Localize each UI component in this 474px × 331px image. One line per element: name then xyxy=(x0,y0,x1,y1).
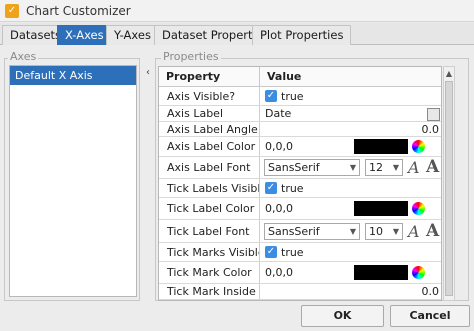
tick-mark-inside-length-input[interactable]: 0.0 xyxy=(260,284,441,299)
angle-value: 0.0 xyxy=(421,122,440,136)
checkbox-label: true xyxy=(281,89,304,103)
color-swatch[interactable] xyxy=(354,265,408,280)
bold-font-icon[interactable]: A xyxy=(426,157,439,177)
table-row: Axis Label Color 0,0,0 xyxy=(159,137,441,157)
table-row: Axis Visible? ✓ true xyxy=(159,87,441,106)
scroll-up-arrow-icon[interactable]: ▲ xyxy=(444,69,454,79)
list-item-default-x-axis[interactable]: Default X Axis xyxy=(10,66,136,85)
table-row: Tick Label Font SansSerif ▼ 10 ▼ A A xyxy=(159,220,441,243)
property-name: Axis Label Color xyxy=(159,137,260,156)
edit-text-icon[interactable] xyxy=(427,108,440,121)
tab-plot-properties[interactable]: Plot Properties xyxy=(252,25,352,45)
color-swatch[interactable] xyxy=(354,139,408,154)
bold-font-icon[interactable]: A xyxy=(426,221,439,241)
axes-group-label: Axes xyxy=(8,50,39,63)
column-header-property[interactable]: Property xyxy=(159,67,260,87)
property-name: Axis Label xyxy=(159,106,260,121)
tab-y-axes[interactable]: Y-Axes xyxy=(106,25,159,45)
table-row: Axis Label Font SansSerif ▼ 12 ▼ A A xyxy=(159,157,441,179)
property-name: Tick Labels Visible? xyxy=(159,179,260,197)
font-family-select[interactable]: SansSerif ▼ xyxy=(264,223,360,240)
table-row: Tick Mark Color 0,0,0 xyxy=(159,262,441,284)
color-value: 0,0,0 xyxy=(265,266,293,279)
property-name: Tick Label Font xyxy=(159,220,260,242)
ok-button[interactable]: OK xyxy=(301,305,384,327)
checkbox-checked-icon[interactable]: ✓ xyxy=(265,182,277,194)
italic-font-icon[interactable]: A xyxy=(408,222,420,241)
color-picker-icon[interactable] xyxy=(412,202,425,215)
checkbox-checked-icon[interactable]: ✓ xyxy=(265,90,277,102)
collapse-arrow-icon[interactable]: ‹ xyxy=(143,66,153,80)
axis-label-color-input[interactable]: 0,0,0 xyxy=(260,137,441,156)
scrollbar-thumb[interactable] xyxy=(445,81,453,296)
properties-group-label: Properties xyxy=(161,50,221,63)
table-row: Tick Label Color 0,0,0 xyxy=(159,198,441,220)
property-name: Axis Label Angle xyxy=(159,122,260,136)
tab-x-axes[interactable]: X-Axes xyxy=(57,25,112,45)
title-bar: ✓ Chart Customizer xyxy=(0,0,474,22)
color-picker-icon[interactable] xyxy=(412,140,425,153)
table-row: Tick Mark Inside L... 0.0 xyxy=(159,284,441,300)
tick-mark-color-input[interactable]: 0,0,0 xyxy=(260,262,441,283)
chevron-down-icon: ▼ xyxy=(349,227,356,236)
cancel-button[interactable]: Cancel xyxy=(390,305,470,327)
table-row: Tick Labels Visible? ✓ true xyxy=(159,179,441,198)
length-value: 0.0 xyxy=(421,285,440,298)
vertical-scrollbar[interactable]: ▲ xyxy=(443,66,455,301)
property-name: Tick Marks Visible? xyxy=(159,243,260,261)
app-logo-icon: ✓ xyxy=(5,4,19,18)
tick-label-font-input[interactable]: SansSerif ▼ 10 ▼ A A xyxy=(260,220,441,242)
property-name: Tick Label Color xyxy=(159,198,260,219)
font-size-select[interactable]: 12 ▼ xyxy=(365,159,403,176)
tab-bar: Datasets X-Axes Y-Axes Dataset Propertie… xyxy=(0,23,474,45)
axis-label-value: Date xyxy=(265,107,292,120)
font-family-select[interactable]: SansSerif ▼ xyxy=(264,159,360,176)
checkbox-checked-icon[interactable]: ✓ xyxy=(265,246,277,258)
property-name: Tick Mark Color xyxy=(159,262,260,283)
italic-font-icon[interactable]: A xyxy=(408,158,420,177)
tick-label-color-input[interactable]: 0,0,0 xyxy=(260,198,441,219)
axes-list[interactable]: Default X Axis xyxy=(9,65,137,297)
axis-label-input[interactable]: Date xyxy=(260,106,441,121)
window-title: Chart Customizer xyxy=(26,4,131,18)
chevron-down-icon: ▼ xyxy=(392,163,399,172)
property-name: Axis Visible? xyxy=(159,87,260,105)
table-row: Tick Marks Visible? ✓ true xyxy=(159,243,441,262)
column-header-value[interactable]: Value xyxy=(260,67,441,87)
table-row: Axis Label Angle 0.0 xyxy=(159,122,441,137)
checkbox-label: true xyxy=(281,181,304,195)
axis-label-font-input[interactable]: SansSerif ▼ 12 ▼ A A xyxy=(260,157,441,178)
font-size-select[interactable]: 10 ▼ xyxy=(365,223,403,240)
color-swatch[interactable] xyxy=(354,201,408,216)
properties-table: Property Value Axis Visible? ✓ true Axis… xyxy=(158,66,442,301)
property-value[interactable]: ✓ true xyxy=(260,179,441,197)
color-value: 0,0,0 xyxy=(265,140,293,153)
chevron-down-icon: ▼ xyxy=(392,227,399,236)
checkbox-label: true xyxy=(281,245,304,259)
property-value[interactable]: ✓ true xyxy=(260,243,441,261)
color-value: 0,0,0 xyxy=(265,202,293,215)
axis-label-angle-input[interactable]: 0.0 xyxy=(260,122,441,136)
chevron-down-icon: ▼ xyxy=(349,163,356,172)
color-picker-icon[interactable] xyxy=(412,266,425,279)
table-row: Axis Label Date xyxy=(159,106,441,122)
property-name: Axis Label Font xyxy=(159,157,260,178)
property-value[interactable]: ✓ true xyxy=(260,87,441,105)
property-name: Tick Mark Inside L... xyxy=(159,284,260,299)
